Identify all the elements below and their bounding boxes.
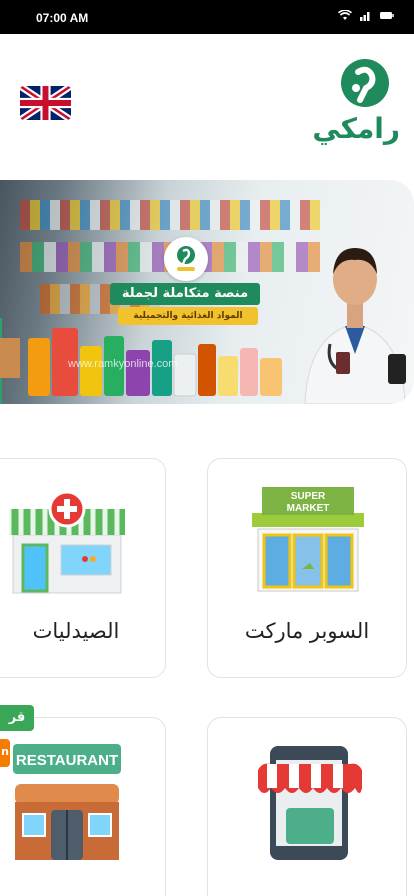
status-icons <box>338 10 394 21</box>
worker-illustration <box>0 318 20 404</box>
uk-flag-icon <box>20 86 71 120</box>
logo-wordmark: رامكي <box>312 112 400 145</box>
status-time: 07:00 AM <box>36 11 89 25</box>
header: رامكي <box>0 34 414 169</box>
category-card-pharmacies[interactable]: الصيدليات <box>0 458 166 678</box>
category-label: السوبر ماركت <box>244 619 370 643</box>
orange-badge: n <box>0 739 10 767</box>
doctor-illustration <box>304 248 406 404</box>
svg-text:SUPER: SUPER <box>291 491 326 502</box>
category-card-restaurants[interactable]: RESTAURANT <box>0 717 166 896</box>
online-store-icon <box>258 746 362 860</box>
banner-subline: المواد الغذائية والتجميلية <box>118 307 258 325</box>
banner-watermark: www.ramkyonline.com <box>68 358 178 370</box>
green-badge: قر <box>0 705 34 731</box>
svg-text:MARKET: MARKET <box>287 503 330 514</box>
language-flag-button[interactable] <box>20 86 71 120</box>
pharmacy-icon <box>9 490 125 594</box>
restaurant-icon: RESTAURANT <box>13 744 121 860</box>
svg-text:RESTAURANT: RESTAURANT <box>16 752 118 769</box>
status-bar: 07:00 AM <box>0 0 414 34</box>
promo-banner[interactable]: منصة متكاملة لجملة المواد الغذائية والتج… <box>0 180 414 404</box>
logo-mark-icon <box>341 59 389 107</box>
banner-logo-icon <box>177 246 195 271</box>
category-label: الصيدليات <box>32 619 120 643</box>
category-card-supermarket[interactable]: SUPER MARKET السوبر ماركت <box>207 458 407 678</box>
banner-headline: منصة متكاملة لجملة <box>110 283 260 305</box>
category-card-online-store[interactable] <box>207 717 407 896</box>
banner-logo <box>164 237 208 281</box>
supermarket-icon: SUPER MARKET <box>252 487 364 592</box>
signal-icon <box>360 11 370 21</box>
wifi-icon <box>338 10 352 20</box>
battery-icon <box>380 12 394 19</box>
